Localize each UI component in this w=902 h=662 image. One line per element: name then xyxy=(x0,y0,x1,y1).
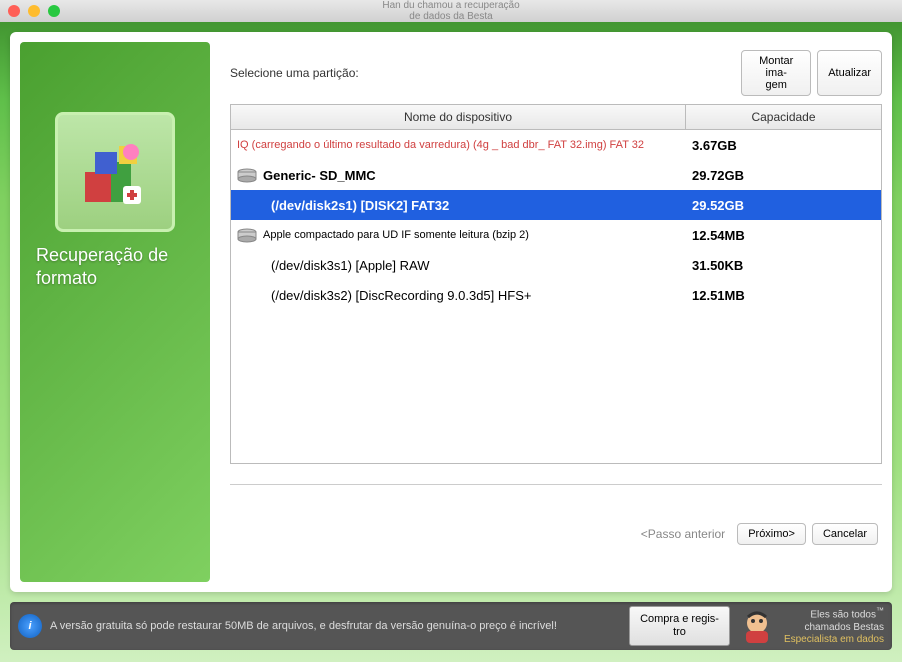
table-row[interactable]: (/dev/disk3s2) [DiscRecording 9.0.3d5] H… xyxy=(231,280,881,310)
close-window-button[interactable] xyxy=(8,5,20,17)
sidebar-title: Recuperação de formato xyxy=(30,244,200,289)
cancel-button[interactable]: Cancelar xyxy=(812,523,878,545)
cell-device-name: Generic- SD_MMC xyxy=(231,167,686,183)
partition-prompt: Selecione uma partição: xyxy=(230,66,359,80)
cell-capacity: 31.50KB xyxy=(686,258,881,273)
buy-register-button[interactable]: Compra e regis- tro xyxy=(629,606,730,645)
cell-capacity: 12.51MB xyxy=(686,288,881,303)
app-icon xyxy=(55,112,175,232)
cell-device-name: (/dev/disk2s1) [DISK2] FAT32 xyxy=(231,198,686,213)
sidebar: Recuperação de formato xyxy=(20,42,210,582)
slogan-line3: Especialista em dados xyxy=(784,634,884,646)
prev-step-button[interactable]: <Passo anterior xyxy=(635,523,731,545)
cell-capacity: 12.54MB xyxy=(686,228,881,243)
device-name-text: Apple compactado para UD IF somente leit… xyxy=(263,229,529,241)
device-name-text: IQ (carregando o último resultado da var… xyxy=(237,139,644,151)
cell-device-name: (/dev/disk3s1) [Apple] RAW xyxy=(231,258,686,273)
mount-image-button[interactable]: Montar ima- gem xyxy=(741,50,811,96)
device-name-text: (/dev/disk3s1) [Apple] RAW xyxy=(271,258,429,273)
drive-icon xyxy=(237,227,257,243)
cell-capacity: 3.67GB xyxy=(686,138,881,153)
next-step-button[interactable]: Próximo> xyxy=(737,523,806,545)
footer-slogan: Eles são todos™ chamados Bestas Especial… xyxy=(784,606,884,645)
cell-capacity: 29.72GB xyxy=(686,168,881,183)
slogan-line1: Eles são todos xyxy=(810,610,876,621)
slogan-line2: chamados Bestas xyxy=(784,622,884,634)
window-title-line2: de dados da Besta xyxy=(382,11,519,22)
table-row[interactable]: (/dev/disk2s1) [DISK2] FAT32 29.52GB xyxy=(231,190,881,220)
table-row[interactable]: Generic- SD_MMC 29.72GB xyxy=(231,160,881,190)
mascot-icon xyxy=(736,605,778,647)
cell-device-name: IQ (carregando o último resultado da var… xyxy=(231,139,686,151)
info-icon: i xyxy=(18,614,42,638)
drive-icon xyxy=(237,167,257,183)
col-header-name: Nome do dispositivo xyxy=(231,105,686,129)
main-area: Selecione uma partição: Montar ima- gem … xyxy=(210,42,882,582)
device-name-text: Generic- SD_MMC xyxy=(263,168,376,183)
minimize-window-button[interactable] xyxy=(28,5,40,17)
table-row[interactable]: Apple compactado para UD IF somente leit… xyxy=(231,220,881,250)
refresh-button[interactable]: Atualizar xyxy=(817,50,882,96)
footer-text: A versão gratuita só pode restaurar 50MB… xyxy=(50,620,629,632)
col-header-capacity: Capacidade xyxy=(686,105,881,129)
cell-capacity: 29.52GB xyxy=(686,198,881,213)
window-title: Han du chamou a recuperação de dados da … xyxy=(382,0,519,22)
partition-table: Nome do dispositivo Capacidade IQ (carre… xyxy=(230,104,882,464)
divider xyxy=(230,484,882,485)
device-name-text: (/dev/disk2s1) [DISK2] FAT32 xyxy=(271,198,449,213)
window-title-line1: Han du chamou a recuperação xyxy=(382,0,519,11)
table-row[interactable]: (/dev/disk3s1) [Apple] RAW 31.50KB xyxy=(231,250,881,280)
device-name-text: (/dev/disk3s2) [DiscRecording 9.0.3d5] H… xyxy=(271,288,531,303)
footer-bar: i A versão gratuita só pode restaurar 50… xyxy=(10,602,892,650)
cell-device-name: (/dev/disk3s2) [DiscRecording 9.0.3d5] H… xyxy=(231,288,686,303)
cell-device-name: Apple compactado para UD IF somente leit… xyxy=(231,227,686,243)
zoom-window-button[interactable] xyxy=(48,5,60,17)
table-row[interactable]: IQ (carregando o último resultado da var… xyxy=(231,130,881,160)
main-panel: Recuperação de formato Selecione uma par… xyxy=(10,32,892,592)
